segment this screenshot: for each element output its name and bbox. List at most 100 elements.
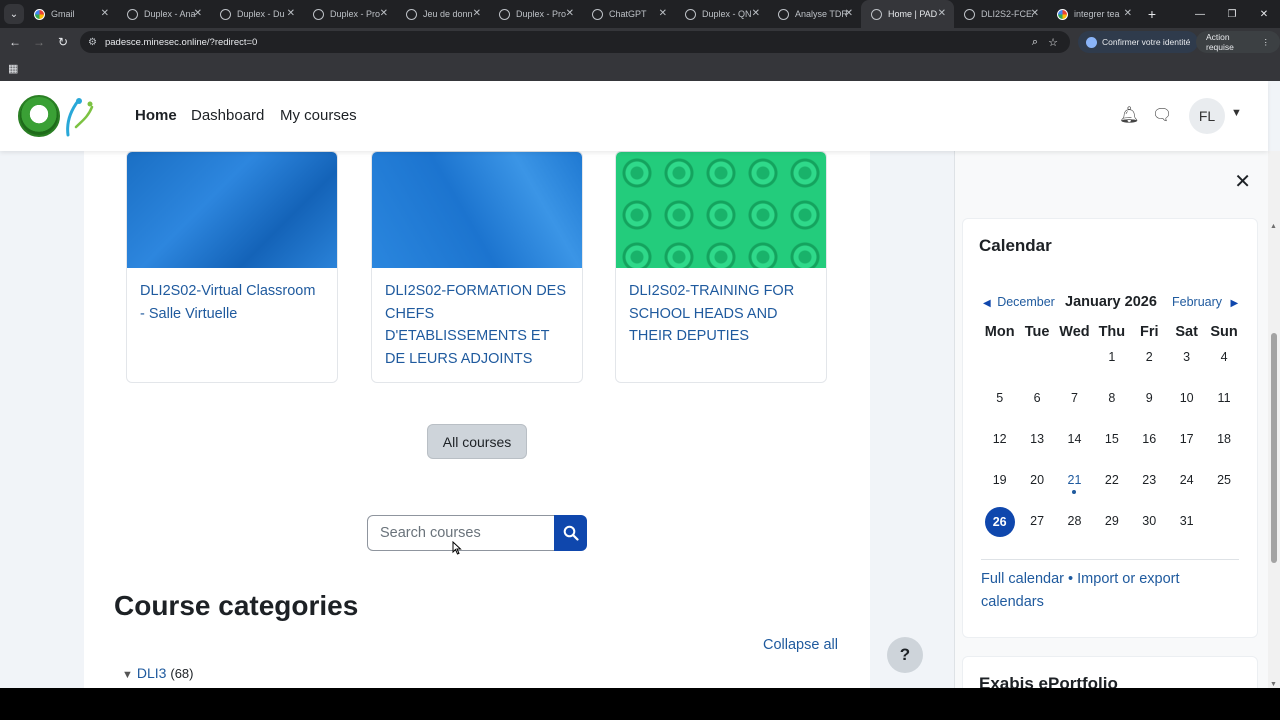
browser-tab[interactable]: Jeu de donn ✕ bbox=[396, 0, 489, 28]
browser-tab[interactable]: Gmail ✕ bbox=[24, 0, 117, 28]
scroll-down-icon[interactable]: ▼ bbox=[1270, 681, 1277, 688]
calendar-day[interactable]: 23 bbox=[1131, 471, 1168, 512]
back-icon[interactable]: ← bbox=[3, 35, 27, 49]
selected-day[interactable]: 26 bbox=[984, 507, 1015, 537]
minimize-icon[interactable]: — bbox=[1184, 0, 1216, 28]
category-item[interactable]: ▼ DLI3 (68) bbox=[122, 665, 193, 681]
browser-tab[interactable]: Duplex - Du ✕ bbox=[210, 0, 303, 28]
tab-close-icon[interactable]: ✕ bbox=[659, 8, 667, 19]
calendar-day[interactable]: 22 bbox=[1093, 471, 1130, 512]
bookmark-star-icon[interactable]: ☆ bbox=[1048, 36, 1058, 49]
search-button[interactable] bbox=[554, 515, 587, 551]
calendar-day[interactable]: 8 bbox=[1093, 389, 1130, 430]
prev-month-label[interactable]: December bbox=[997, 295, 1055, 309]
tab-close-icon[interactable]: ✕ bbox=[845, 8, 853, 19]
calendar-day[interactable]: 26 bbox=[981, 507, 1018, 553]
calendar-day[interactable]: 10 bbox=[1168, 389, 1205, 430]
course-title-link[interactable]: DLI2S02-FORMATION DES CHEFS D'ETABLISSEM… bbox=[372, 268, 582, 382]
browser-tab[interactable]: DLI2S2-FCE/✕ bbox=[954, 0, 1047, 28]
calendar-day[interactable]: 24 bbox=[1168, 471, 1205, 512]
tab-close-icon[interactable]: ✕ bbox=[473, 8, 481, 19]
course-title-link[interactable]: DLI2S02-Virtual Classroom - Salle Virtue… bbox=[127, 268, 337, 337]
tab-close-icon[interactable]: ✕ bbox=[380, 8, 388, 19]
tab-close-icon[interactable]: ✕ bbox=[938, 8, 946, 19]
browser-tab[interactable]: Analyse TDR ✕ bbox=[768, 0, 861, 28]
calendar-day[interactable]: 18 bbox=[1205, 430, 1242, 471]
calendar-day[interactable]: 28 bbox=[1056, 512, 1093, 553]
calendar-day[interactable]: 20 bbox=[1018, 471, 1055, 512]
tab-close-icon[interactable]: ✕ bbox=[287, 8, 295, 19]
tab-close-icon[interactable]: ✕ bbox=[1031, 8, 1039, 19]
course-title-link[interactable]: DLI2S02-TRAINING FOR SCHOOL HEADS AND TH… bbox=[616, 268, 826, 360]
calendar-day[interactable]: 2 bbox=[1131, 348, 1168, 389]
calendar-day[interactable]: 27 bbox=[1018, 512, 1055, 553]
calendar-day[interactable]: 17 bbox=[1168, 430, 1205, 471]
new-tab-button[interactable]: + bbox=[1140, 6, 1164, 22]
site-info-icon[interactable]: ⚙ bbox=[88, 37, 97, 48]
scroll-up-icon[interactable]: ▲ bbox=[1270, 223, 1277, 230]
prev-month-link[interactable]: ◀ December bbox=[983, 295, 1055, 309]
next-month-label[interactable]: February bbox=[1172, 295, 1222, 309]
calendar-day[interactable]: 31 bbox=[1168, 512, 1205, 553]
address-bar[interactable]: ⚙ padesce.minesec.online/?redirect=0 ⌕ ☆ bbox=[80, 31, 1070, 53]
user-avatar[interactable]: FL bbox=[1189, 98, 1225, 134]
browser-tab[interactable]: ChatGPT ✕ bbox=[582, 0, 675, 28]
minesec-logo[interactable] bbox=[18, 95, 60, 137]
calendar-day[interactable]: 14 bbox=[1056, 430, 1093, 471]
tab-close-icon[interactable]: ✕ bbox=[752, 8, 760, 19]
collapse-all-link[interactable]: Collapse all bbox=[763, 637, 838, 653]
browser-tab[interactable]: Duplex - Pro ✕ bbox=[303, 0, 396, 28]
calendar-day[interactable]: 1 bbox=[1093, 348, 1130, 389]
all-courses-button[interactable]: All courses bbox=[427, 424, 527, 459]
nav-dashboard[interactable]: Dashboard bbox=[191, 107, 264, 124]
calendar-day[interactable]: 9 bbox=[1131, 389, 1168, 430]
calendar-day[interactable]: 29 bbox=[1093, 512, 1130, 553]
close-drawer-icon[interactable]: ✕ bbox=[1234, 169, 1251, 194]
course-image[interactable] bbox=[127, 152, 337, 268]
calendar-day[interactable]: 5 bbox=[981, 389, 1018, 430]
calendar-day[interactable]: 7 bbox=[1056, 389, 1093, 430]
calendar-day[interactable]: 21 bbox=[1056, 471, 1093, 512]
course-card[interactable]: DLI2S02-TRAINING FOR SCHOOL HEADS AND TH… bbox=[615, 151, 827, 383]
calendar-day[interactable]: 30 bbox=[1131, 512, 1168, 553]
close-window-icon[interactable]: ✕ bbox=[1248, 0, 1280, 28]
tab-close-icon[interactable]: ✕ bbox=[566, 8, 574, 19]
padesce-logo[interactable] bbox=[62, 95, 96, 139]
browser-tab[interactable]: Duplex - Ana ✕ bbox=[117, 0, 210, 28]
calendar-day[interactable]: 15 bbox=[1093, 430, 1130, 471]
calendar-day[interactable]: 4 bbox=[1205, 348, 1242, 389]
page-scrollbar[interactable]: ▲ ▼ bbox=[1268, 151, 1280, 688]
apps-grid-icon[interactable]: ▦ bbox=[8, 62, 18, 75]
zoom-icon[interactable]: ⌕ bbox=[1032, 36, 1038, 49]
tab-close-icon[interactable]: ✕ bbox=[194, 8, 202, 19]
bell-icon[interactable]: 🔔︎ bbox=[1119, 105, 1139, 125]
calendar-day[interactable]: 11 bbox=[1205, 389, 1242, 430]
messages-icon[interactable]: 🗨︎ bbox=[1152, 105, 1172, 125]
course-image[interactable] bbox=[372, 152, 582, 268]
caret-down-icon[interactable]: ▼ bbox=[122, 669, 133, 681]
identity-button[interactable]: Confirmer votre identité bbox=[1078, 31, 1199, 53]
tab-search-icon[interactable]: ⌄ bbox=[4, 4, 24, 24]
tab-close-icon[interactable]: ✕ bbox=[101, 8, 109, 19]
course-image[interactable] bbox=[616, 152, 826, 268]
nav-my-courses[interactable]: My courses bbox=[280, 107, 357, 124]
nav-home[interactable]: Home bbox=[135, 107, 177, 124]
chevron-down-icon[interactable]: ▼ bbox=[1231, 107, 1242, 119]
calendar-day[interactable]: 6 bbox=[1018, 389, 1055, 430]
calendar-day[interactable]: 16 bbox=[1131, 430, 1168, 471]
reload-icon[interactable]: ↻ bbox=[51, 35, 75, 49]
tab-close-icon[interactable]: ✕ bbox=[1124, 8, 1132, 19]
course-card[interactable]: DLI2S02-Virtual Classroom - Salle Virtue… bbox=[126, 151, 338, 383]
browser-tab[interactable]: Home | PAD ✕ bbox=[861, 0, 954, 28]
next-month-link[interactable]: February ▶ bbox=[1172, 295, 1238, 309]
full-calendar-link[interactable]: Full calendar bbox=[981, 571, 1064, 587]
browser-tab[interactable]: integrer tea ✕ bbox=[1047, 0, 1140, 28]
scrollbar-thumb[interactable] bbox=[1271, 333, 1277, 563]
action-required-button[interactable]: Action requise ⋮ bbox=[1196, 31, 1280, 53]
calendar-day[interactable]: 19 bbox=[981, 471, 1018, 512]
category-name[interactable]: DLI3 bbox=[137, 665, 167, 681]
browser-tab[interactable]: Duplex - QN ✕ bbox=[675, 0, 768, 28]
forward-icon[interactable]: → bbox=[27, 35, 51, 49]
calendar-day[interactable]: 12 bbox=[981, 430, 1018, 471]
calendar-day[interactable]: 13 bbox=[1018, 430, 1055, 471]
